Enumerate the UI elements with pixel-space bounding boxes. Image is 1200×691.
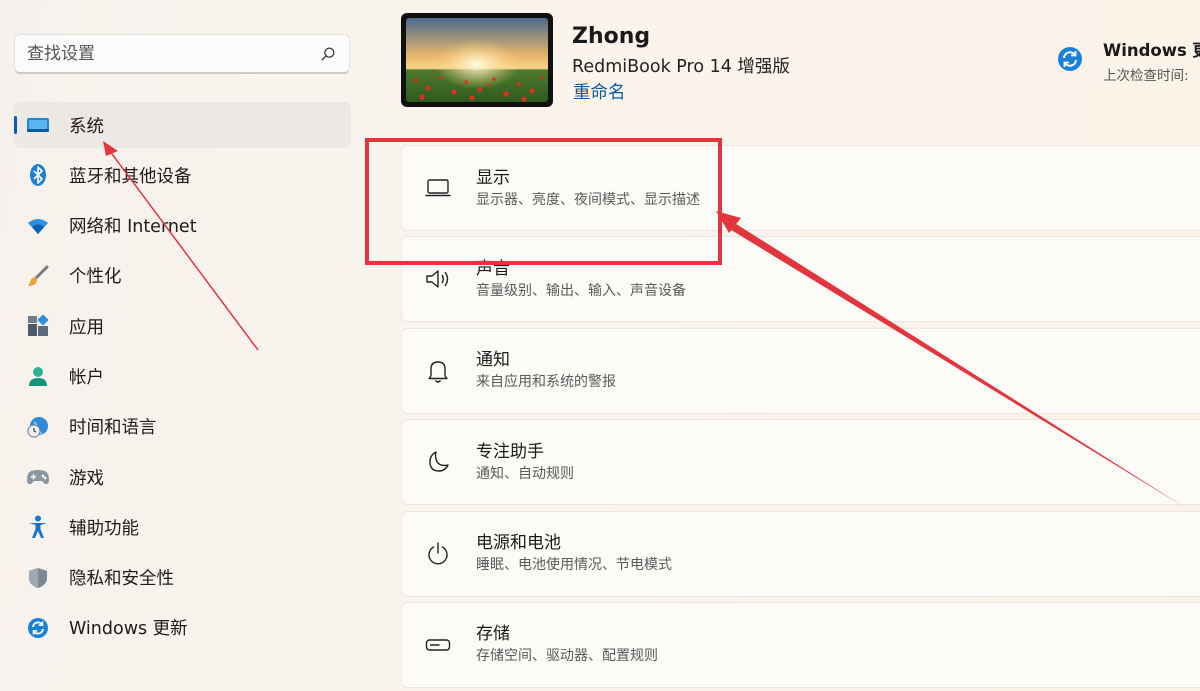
sidebar-item-label: 网络和 Internet	[69, 217, 197, 238]
gamepad-icon	[26, 465, 50, 489]
card-power-battery[interactable]: 电源和电池 睡眠、电池使用情况、节电模式	[401, 510, 1200, 597]
sidebar-item-label: 游戏	[69, 468, 104, 489]
device-name: Zhong	[572, 24, 651, 49]
sidebar-item-label: 应用	[69, 317, 104, 338]
sidebar-item-label: 隐私和安全性	[69, 569, 174, 590]
account-icon	[26, 364, 50, 388]
storage-drive-icon	[424, 631, 452, 659]
speaker-icon	[424, 265, 452, 293]
card-focus-assist[interactable]: 专注助手 通知、自动规则	[401, 419, 1200, 506]
sidebar-item-gaming[interactable]: 游戏	[14, 454, 351, 500]
sidebar-item-network[interactable]: 网络和 Internet	[14, 203, 351, 249]
card-storage[interactable]: 存储 存储空间、驱动器、配置规则	[401, 601, 1200, 688]
sidebar-item-windows-update[interactable]: Windows 更新	[14, 605, 351, 651]
card-notifications[interactable]: 通知 来自应用和系统的警报	[401, 327, 1200, 414]
windows-update-title[interactable]: Windows 更	[1103, 37, 1200, 61]
shield-icon	[26, 566, 50, 590]
card-title: 专注助手	[476, 441, 544, 462]
accessibility-icon	[26, 515, 50, 539]
power-icon	[424, 540, 452, 568]
sidebar-item-privacy-security[interactable]: 隐私和安全性	[14, 555, 351, 601]
moon-icon	[424, 448, 452, 476]
sidebar-item-time-language[interactable]: 时间和语言	[14, 404, 351, 450]
settings-search-box[interactable]	[14, 34, 350, 74]
device-thumbnail	[401, 13, 553, 107]
card-description: 存储空间、驱动器、配置规则	[476, 648, 658, 665]
system-display-icon	[26, 113, 50, 137]
wifi-icon	[26, 214, 50, 238]
sidebar-item-label: 个性化	[69, 267, 122, 288]
search-input[interactable]	[27, 43, 319, 64]
search-icon[interactable]	[319, 45, 337, 63]
brush-icon	[26, 264, 50, 288]
card-description: 音量级别、输出、输入、声音设备	[476, 282, 686, 299]
card-description: 来自应用和系统的警报	[476, 374, 616, 391]
rename-link[interactable]: 重命名	[573, 79, 626, 104]
card-title: 存储	[476, 624, 510, 645]
sidebar-item-label: 系统	[69, 116, 104, 137]
device-model: RedmiBook Pro 14 增强版	[572, 57, 790, 77]
annotation-highlight-box	[365, 138, 722, 265]
sidebar-item-accessibility[interactable]: 辅助功能	[14, 504, 351, 550]
bell-icon	[424, 357, 452, 385]
card-title: 电源和电池	[476, 533, 561, 554]
sidebar-item-label: 辅助功能	[69, 518, 139, 539]
sidebar-item-label: 蓝牙和其他设备	[69, 166, 192, 187]
time-language-icon	[26, 415, 50, 439]
card-description: 睡眠、电池使用情况、节电模式	[476, 557, 672, 574]
windows-update-last-checked: 上次检查时间:	[1103, 68, 1189, 84]
card-title: 通知	[476, 350, 510, 371]
sidebar-nav: 系统 蓝牙和其他设备 网络和 Internet 个性化 应用 帐户 时间和语言 …	[14, 102, 351, 655]
sidebar-item-accounts[interactable]: 帐户	[14, 353, 351, 399]
sidebar-item-label: Windows 更新	[69, 619, 188, 640]
card-description: 通知、自动规则	[476, 465, 574, 482]
sidebar-item-apps[interactable]: 应用	[14, 303, 351, 349]
sidebar-item-personalization[interactable]: 个性化	[14, 253, 351, 299]
sidebar-item-bluetooth[interactable]: 蓝牙和其他设备	[14, 152, 351, 198]
bluetooth-icon	[26, 163, 50, 187]
sidebar-item-system[interactable]: 系统	[14, 102, 351, 148]
apps-icon	[26, 314, 50, 338]
sidebar-item-label: 时间和语言	[69, 418, 157, 439]
windows-update-status-icon	[1058, 47, 1082, 71]
windows-update-icon	[26, 616, 50, 640]
sidebar-item-label: 帐户	[69, 367, 104, 388]
